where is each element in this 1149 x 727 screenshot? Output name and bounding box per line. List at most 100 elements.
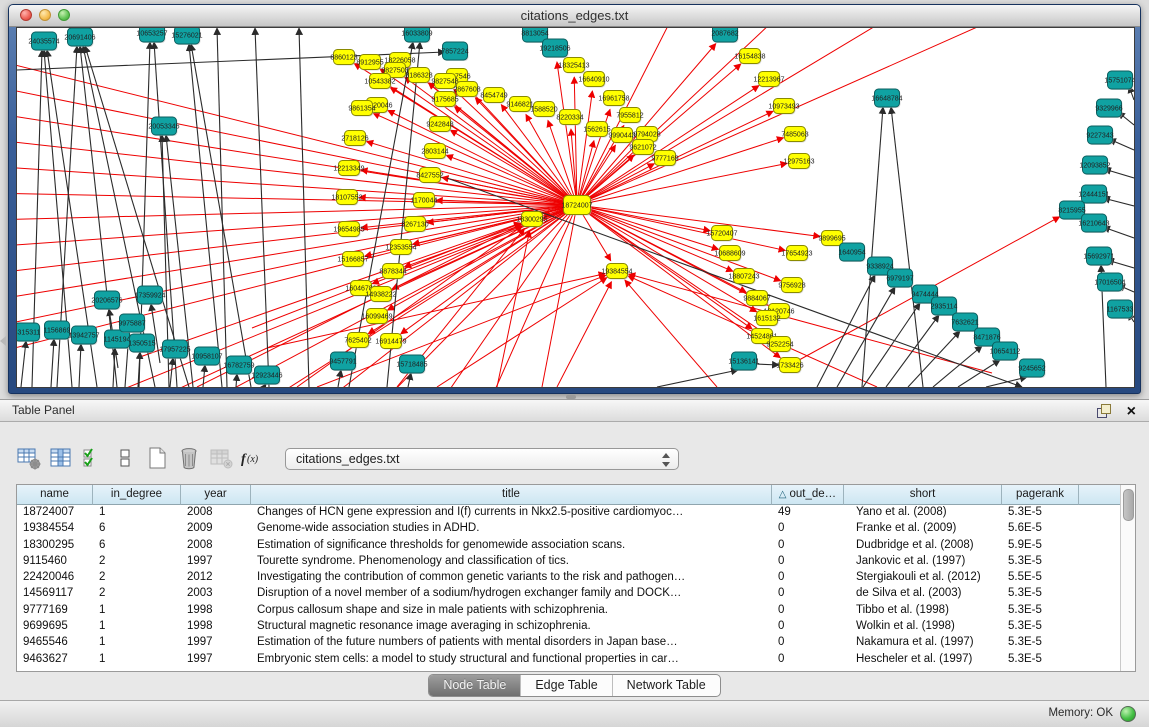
float-panel-icon[interactable] [1097,404,1111,418]
tab-network-table[interactable]: Network Table [613,675,720,696]
graph-node-7857224[interactable]: 7857224 [441,42,468,61]
tab-edge-table[interactable]: Edge Table [521,675,612,696]
column-header-name[interactable]: name [17,485,93,505]
column-visibility-button[interactable] [46,443,76,473]
graph-node-18107552[interactable]: 18107552 [331,190,362,206]
graph-node-18724007[interactable]: 18724007 [561,196,592,216]
graph-node-20206576[interactable]: 20206576 [91,291,122,310]
graph-node-15276021[interactable]: 15276021 [171,28,202,45]
table-row[interactable]: 977716911998Corpus callosum shape and si… [17,603,1135,619]
citation-network-graph[interactable]: 1872400718325413166409101696175879558121… [17,28,1134,387]
table-row[interactable]: 946362711997Embryonic stem cells: a mode… [17,652,1135,668]
table-row[interactable]: 1830029562008Estimation of significance … [17,538,1135,554]
close-panel-icon[interactable]: × [1127,401,1136,422]
graph-node-9245652[interactable]: 9245652 [1018,359,1045,378]
left-panel-collapse-arrow[interactable] [0,336,6,346]
graph-node-16033809[interactable]: 16033809 [401,28,432,43]
graph-node-12093852[interactable]: 12093852 [1079,156,1110,175]
graph-node-2718126[interactable]: 2718126 [341,131,368,147]
table-row[interactable]: 1938455462009Genome-wide association stu… [17,521,1135,537]
column-header-title[interactable]: title [251,485,772,505]
table-row[interactable]: 911546021997Tourette syndrome. Phenomeno… [17,554,1135,570]
graph-node-8220334[interactable]: 8220334 [556,110,583,126]
scrollbar-thumb[interactable] [1123,489,1134,521]
graph-node-8267130[interactable]: 8267130 [401,217,428,233]
graph-node-9175685[interactable]: 9175685 [431,92,458,108]
graph-node-1615132[interactable]: 1615132 [753,311,780,327]
graph-node-9242848[interactable]: 9242848 [426,117,453,133]
graph-node-9777169[interactable]: 9777169 [651,151,678,167]
graph-node-2935114[interactable]: 2935114 [931,297,958,316]
graph-node-12444151[interactable]: 12444151 [1078,185,1109,204]
graph-node-15751074[interactable]: 15751074 [1104,71,1134,90]
graph-node-20053346[interactable]: 20053346 [148,117,179,136]
graph-node-16648784[interactable]: 16648784 [871,89,902,108]
table-row[interactable]: 969969511998Structural magnetic resonanc… [17,619,1135,635]
graph-node-15720407[interactable]: 15720407 [706,226,737,242]
window-titlebar[interactable]: citations_edges.txt [9,5,1140,27]
graph-node-17016504[interactable]: 17016504 [1094,273,1125,292]
table-row[interactable]: 946554611997Estimation of the future num… [17,635,1135,651]
new-file-button[interactable] [142,443,172,473]
delete-button[interactable] [174,443,204,473]
network-window[interactable]: citations_edges.txt 18724007183254131664… [8,4,1141,394]
graph-node-7485063[interactable]: 7485063 [781,127,808,143]
graph-node-7625402[interactable]: 7625402 [344,333,371,349]
graph-node-15136141[interactable]: 15136141 [728,352,759,371]
function-builder-button[interactable]: f(x) [238,443,268,473]
graph-node-9861354[interactable]: 9861354 [348,101,375,117]
graph-node-12213967[interactable]: 12213967 [753,72,784,88]
table-settings-button[interactable] [14,443,44,473]
graph-node-2803144[interactable]: 2803144 [421,144,448,160]
graph-node-12213349[interactable]: 12213349 [333,161,364,177]
graph-node-2867608[interactable]: 2867608 [453,82,480,98]
graph-node-8454749[interactable]: 8454749 [480,88,507,104]
graph-node-8860123[interactable]: 8860123 [330,50,357,66]
graph-node-1733426[interactable]: 1733426 [776,358,803,374]
graph-node-15718485[interactable]: 15718485 [396,355,427,374]
graph-node-6979197[interactable]: 6979197 [886,269,913,288]
graph-node-1156869[interactable]: 1156869 [44,321,71,340]
graph-node-2087682[interactable]: 2087682 [711,28,738,43]
graph-node-10688609[interactable]: 10688609 [714,246,745,262]
graph-node-12975163[interactable]: 12975163 [783,154,814,170]
column-header-out_de[interactable]: △out_de… [772,485,844,505]
vertical-scrollbar[interactable] [1120,485,1135,671]
graph-node-16640910[interactable]: 16640910 [578,72,609,88]
graph-node-7632621[interactable]: 7632621 [951,313,978,332]
graph-node-1640954[interactable]: 1640954 [838,243,865,262]
import-table-button[interactable] [206,443,236,473]
graph-node-9252254[interactable]: 9252254 [766,337,793,353]
graph-node-10654112[interactable]: 10654112 [990,342,1021,361]
graph-node-10958107[interactable]: 10958107 [191,347,222,366]
graph-node-17359924[interactable]: 17359924 [134,286,165,305]
graph-node-1170044[interactable]: 1170044 [411,193,438,209]
graph-node-8186328[interactable]: 8186328 [405,68,432,84]
graph-node-7955812[interactable]: 7955812 [616,108,643,124]
graph-node-12923446[interactable]: 12923446 [251,366,282,385]
column-header-short[interactable]: short [844,485,1002,505]
graph-node-10973493[interactable]: 10973493 [768,99,799,115]
graph-node-8912955[interactable]: 8912955 [356,55,383,71]
column-header-in_degree[interactable]: in_degree [93,485,181,505]
graph-node-15692971[interactable]: 15692971 [1083,247,1114,266]
graph-node-9457791[interactable]: 9457791 [329,352,356,371]
tab-node-table[interactable]: Node Table [429,675,521,696]
graph-node-16961758[interactable]: 16961758 [598,91,629,107]
graph-node-9990443[interactable]: 9990443 [608,128,635,144]
row-selection-button[interactable] [78,443,108,473]
graph-node-1588520[interactable]: 1588520 [530,102,557,118]
graph-node-20691406[interactable]: 20691406 [64,28,95,47]
graph-node-3315311[interactable]: 3315311 [17,323,41,342]
table-select-dropdown[interactable]: citations_edges.txt [285,448,679,470]
graph-node-19218506[interactable]: 19218506 [539,39,570,58]
graph-node-13942757[interactable]: 13942757 [68,326,99,345]
graph-node-19654985[interactable]: 19654985 [333,222,364,238]
graph-node-1562615[interactable]: 1562615 [583,122,610,138]
column-header-pagerank[interactable]: pagerank [1002,485,1079,505]
graph-node-9884067[interactable]: 9884067 [743,291,770,307]
graph-node-9975887[interactable]: 9975887 [118,314,145,333]
graph-node-1350515[interactable]: 1350515 [128,334,155,353]
graph-node-8427552[interactable]: 8427552 [416,168,443,184]
split-view-button[interactable] [110,443,140,473]
